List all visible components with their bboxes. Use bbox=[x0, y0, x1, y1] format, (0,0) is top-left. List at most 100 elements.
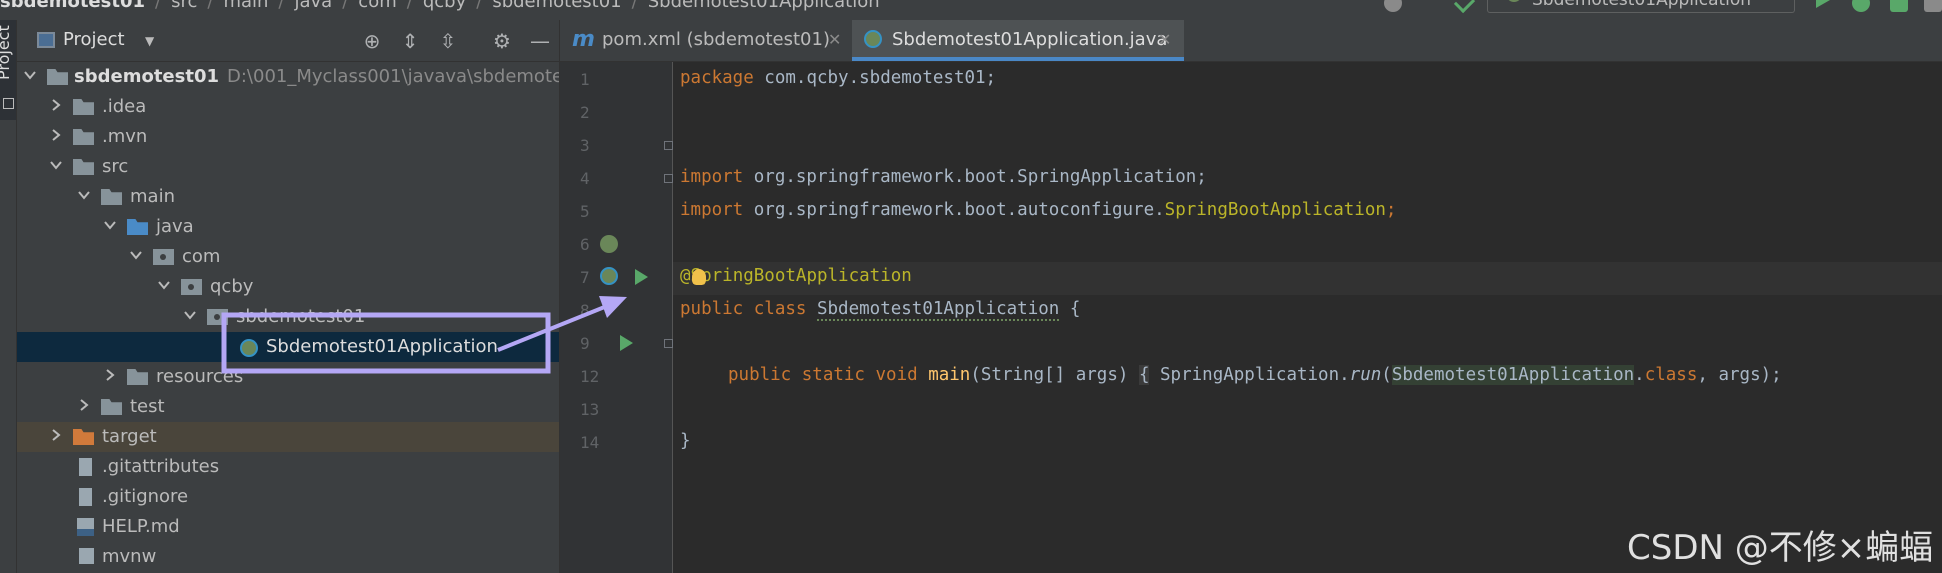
script-file-icon bbox=[79, 548, 94, 564]
profile-icon[interactable] bbox=[1924, 0, 1942, 12]
line-number: 14 bbox=[580, 433, 600, 452]
tree-item-label: qcby bbox=[210, 276, 254, 297]
tree-item-idea[interactable]: .idea bbox=[17, 92, 559, 122]
folder-icon bbox=[101, 399, 122, 415]
breadcrumb-item[interactable]: qcby bbox=[423, 0, 466, 12]
line-number: 7 bbox=[580, 268, 590, 287]
chevron-right-icon[interactable] bbox=[103, 368, 117, 382]
gitignore-file-icon bbox=[79, 488, 92, 506]
tree-item-gitattributes[interactable]: .gitattributes bbox=[17, 452, 559, 482]
chevron-down-icon[interactable] bbox=[183, 308, 197, 322]
line-number: 9 bbox=[580, 334, 590, 353]
breadcrumb-item[interactable]: com bbox=[358, 0, 396, 12]
collapse-all-icon[interactable]: ⇳ bbox=[437, 30, 459, 52]
line-number: 8 bbox=[580, 301, 590, 320]
tree-item-target[interactable]: target bbox=[17, 422, 559, 452]
tree-item-java[interactable]: java bbox=[17, 212, 559, 242]
close-icon[interactable]: ✕ bbox=[1158, 30, 1171, 49]
code-editor[interactable]: package com.qcby.sbdemotest01; import or… bbox=[673, 62, 1942, 573]
coverage-icon[interactable] bbox=[1890, 0, 1908, 12]
breadcrumb-item[interactable]: sbdemotest01 bbox=[0, 0, 145, 12]
tree-item-mvnw[interactable]: mvnw bbox=[17, 542, 559, 572]
line-number: 3 bbox=[580, 136, 590, 155]
spring-boot-class-icon[interactable] bbox=[600, 267, 618, 285]
tree-item-mvn[interactable]: .mvn bbox=[17, 122, 559, 152]
chevron-down-icon[interactable] bbox=[103, 218, 117, 232]
line-number: 6 bbox=[580, 235, 590, 254]
breadcrumb-item[interactable]: sbdemotest01 bbox=[492, 0, 621, 12]
lightbulb-icon[interactable] bbox=[692, 269, 706, 285]
tree-item-resources[interactable]: resources bbox=[17, 362, 559, 392]
tree-item-label: resources bbox=[156, 366, 244, 387]
code-line: } bbox=[680, 431, 691, 451]
editor-gutter: 1 2 3 4 5 6 7 8 9 12 13 14 bbox=[560, 62, 673, 573]
breadcrumb: sbdemotest01/src / main / java / com / qcby / sbde… bbox=[0, 0, 880, 12]
fold-icon[interactable] bbox=[664, 339, 673, 348]
package-icon bbox=[207, 309, 228, 325]
tree-item-help-md[interactable]: HELP.md bbox=[17, 512, 559, 542]
tree-item-label: sbdemotest01 bbox=[74, 66, 219, 87]
user-icon[interactable] bbox=[1384, 0, 1402, 12]
breadcrumb-item[interactable]: Sbdemotest01Application bbox=[648, 0, 880, 12]
tree-item-label: com bbox=[182, 246, 221, 267]
tab-application-java[interactable]: Sbdemotest01Application.java ✕ bbox=[852, 20, 1184, 61]
breadcrumb-item[interactable]: main bbox=[223, 0, 268, 12]
tree-item-com[interactable]: com bbox=[17, 242, 559, 272]
view-chevron-down-icon[interactable]: ▼ bbox=[145, 34, 154, 48]
tree-item-qcby[interactable]: qcby bbox=[17, 272, 559, 302]
tree-item-label: .gitattributes bbox=[102, 456, 220, 477]
fold-icon[interactable] bbox=[664, 174, 673, 183]
chevron-right-icon[interactable] bbox=[49, 98, 63, 112]
line-number: 13 bbox=[580, 400, 600, 419]
spring-bean-icon[interactable] bbox=[600, 235, 618, 253]
tree-item-sbdemotest01-package[interactable]: sbdemotest01 bbox=[17, 302, 559, 332]
run-gutter-icon[interactable] bbox=[635, 269, 648, 285]
tab-pom-xml[interactable]: m pom.xml (sbdemotest01) ✕ bbox=[560, 20, 850, 61]
file-icon bbox=[79, 458, 92, 476]
run-icon[interactable] bbox=[1816, 0, 1830, 8]
tree-item-label: java bbox=[156, 216, 194, 237]
run-configuration-selector[interactable]: Sbdemotest01Application ▼ bbox=[1487, 0, 1795, 13]
tree-item-src[interactable]: src bbox=[17, 152, 559, 182]
close-icon[interactable]: ✕ bbox=[828, 30, 841, 49]
hide-minimize-icon[interactable]: — bbox=[529, 30, 551, 52]
chevron-right-icon[interactable] bbox=[49, 128, 63, 142]
breadcrumb-item[interactable]: java bbox=[295, 0, 333, 12]
line-number: 2 bbox=[580, 103, 590, 122]
chevron-down-icon[interactable] bbox=[49, 158, 63, 172]
tree-item-label: src bbox=[102, 156, 129, 177]
tree-item-test[interactable]: test bbox=[17, 392, 559, 422]
breadcrumb-item[interactable]: src bbox=[171, 0, 197, 12]
gear-icon[interactable]: ⚙ bbox=[491, 30, 513, 52]
tab-label: Sbdemotest01Application.java bbox=[892, 29, 1168, 50]
tree-item-label: HELP.md bbox=[102, 516, 180, 537]
locate-target-icon[interactable]: ⊕ bbox=[361, 30, 383, 52]
tool-window-strip: Project bbox=[0, 20, 17, 573]
tree-item-gitignore[interactable]: .gitignore bbox=[17, 482, 559, 512]
tree-item-project-root[interactable]: sbdemotest01 D:\001_Myclass001\javava\sbd… bbox=[17, 62, 559, 92]
chevron-down-icon[interactable] bbox=[157, 278, 171, 292]
chevron-down-icon: ▼ bbox=[1771, 0, 1779, 1]
debug-bug-icon[interactable] bbox=[1852, 0, 1870, 12]
tree-item-application-class[interactable]: Sbdemotest01Application bbox=[17, 332, 559, 362]
chevron-right-icon[interactable] bbox=[77, 398, 91, 412]
chevron-down-icon[interactable] bbox=[23, 68, 37, 82]
tab-label: pom.xml (sbdemotest01) bbox=[602, 29, 830, 50]
fold-icon[interactable] bbox=[664, 141, 673, 150]
resources-folder-icon bbox=[127, 369, 148, 385]
build-hammer-icon[interactable] bbox=[1453, 0, 1476, 14]
tree-item-main[interactable]: main bbox=[17, 182, 559, 212]
tree-item-label: .idea bbox=[102, 96, 147, 117]
project-tool-window-button[interactable]: Project bbox=[0, 20, 16, 120]
run-gutter-icon[interactable] bbox=[620, 335, 633, 351]
code-line: public static void main(String[] args) {… bbox=[728, 365, 1793, 385]
project-tool-label: Project bbox=[0, 25, 13, 80]
excluded-folder-icon bbox=[73, 429, 94, 445]
chevron-down-icon[interactable] bbox=[129, 248, 143, 262]
chevron-down-icon[interactable] bbox=[77, 188, 91, 202]
source-folder-icon bbox=[127, 219, 148, 235]
watermark: CSDN @不修×蝙蝠 bbox=[1627, 528, 1934, 568]
chevron-right-icon[interactable] bbox=[49, 428, 63, 442]
project-panel-title[interactable]: Project bbox=[63, 29, 125, 50]
expand-all-icon[interactable]: ⇕ bbox=[399, 30, 421, 52]
